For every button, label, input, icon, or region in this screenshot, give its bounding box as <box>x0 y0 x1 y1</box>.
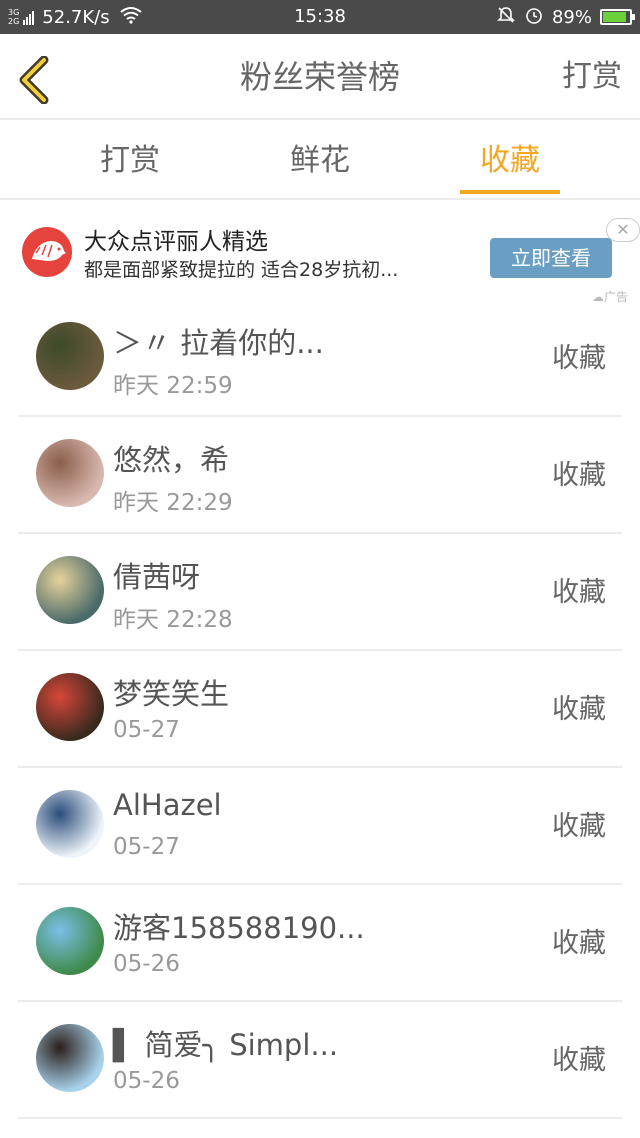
user-name: 悠然，希 <box>113 443 230 477</box>
avatar[interactable] <box>36 439 104 507</box>
avatar[interactable] <box>36 322 104 390</box>
favorite-label: 收藏 <box>552 811 606 842</box>
nav-header: 粉丝荣誉榜 打赏 <box>0 34 640 120</box>
user-name: 游客158588190... <box>113 911 365 945</box>
tab-favorites[interactable]: 收藏 <box>445 120 575 200</box>
ad-logo <box>22 227 72 277</box>
ad-title: 大众点评丽人精选 <box>84 229 268 255</box>
avatar[interactable] <box>36 673 104 741</box>
close-icon[interactable]: ✕ <box>606 218 640 242</box>
favorite-label: 收藏 <box>552 343 606 374</box>
timestamp: 昨天 22:59 <box>113 373 233 399</box>
list-item[interactable]: AlHazel 05-27 收藏 <box>18 768 622 885</box>
status-right: 89% <box>496 0 635 34</box>
page-title: 粉丝荣誉榜 <box>239 58 400 96</box>
list-item[interactable]: 悠然，希昨天 22:29 收藏 <box>18 417 622 534</box>
ad-description: 都是面部紧致提拉的 适合28岁抗初... <box>84 259 399 281</box>
avatar[interactable] <box>36 556 104 624</box>
status-bar: 3G 2G 52.7K/s 15:38 89% <box>0 0 640 34</box>
timestamp: 昨天 22:29 <box>113 490 233 516</box>
reward-button[interactable]: 打赏 <box>562 34 622 120</box>
list-item[interactable]: 倩茜呀昨天 22:28 收藏 <box>18 534 622 651</box>
user-name: 梦笑笑生 <box>113 677 230 711</box>
favorite-label: 收藏 <box>552 577 606 608</box>
tab-flowers[interactable]: 鲜花 <box>255 120 385 200</box>
ad-banner[interactable]: 大众点评丽人精选 都是面部紧致提拉的 适合28岁抗初... 立即查看 ✕ ☁广告 <box>0 202 640 304</box>
timestamp: 05-27 <box>113 717 180 743</box>
list-item[interactable]: ＞〃 拉着你的... 昨天 22:59 收藏 <box>18 300 622 417</box>
favorites-list: ＞〃 拉着你的... 昨天 22:59 收藏 悠然，希 昨天 22:29 收藏 倩茜呀 昨天 … <box>0 300 640 1119</box>
battery-percent: 89% <box>551 6 592 28</box>
favorite-label: 收藏 <box>552 1045 606 1076</box>
avatar[interactable] <box>36 907 104 975</box>
avatar[interactable] <box>36 1024 104 1092</box>
mute-icon <box>496 5 516 30</box>
user-name: ＞〃 拉着你的... <box>113 326 324 360</box>
avatar[interactable] <box>36 790 104 858</box>
list-item[interactable]: 梦笑笑生 05-27 收藏 <box>18 651 622 768</box>
timestamp: 05-27 <box>113 834 180 860</box>
timestamp: 05-26 <box>113 1068 180 1094</box>
alarm-icon <box>524 5 544 30</box>
tab-reward[interactable]: 打赏 <box>65 120 195 200</box>
list-item[interactable]: 游客158588190... 05-26 收藏 <box>18 885 622 1002</box>
timestamp: 昨天 22:28 <box>113 607 233 633</box>
ad-view-button[interactable]: 立即查看 <box>490 238 612 278</box>
user-name: ▌ 简爱╮ Simpl... <box>113 1028 339 1062</box>
timestamp: 05-26 <box>113 951 180 977</box>
user-name: 倩茜呀 <box>113 560 201 594</box>
favorite-label: 收藏 <box>552 694 606 725</box>
list-item[interactable]: ▌ 简爱╮ Simpl... 05-26 收藏 <box>18 1002 622 1119</box>
favorite-label: 收藏 <box>552 460 606 491</box>
battery-icon <box>600 9 635 25</box>
user-name: AlHazel <box>113 788 222 822</box>
favorite-label: 收藏 <box>552 928 606 959</box>
tab-bar: 打赏 鲜花 收藏 <box>0 120 640 200</box>
